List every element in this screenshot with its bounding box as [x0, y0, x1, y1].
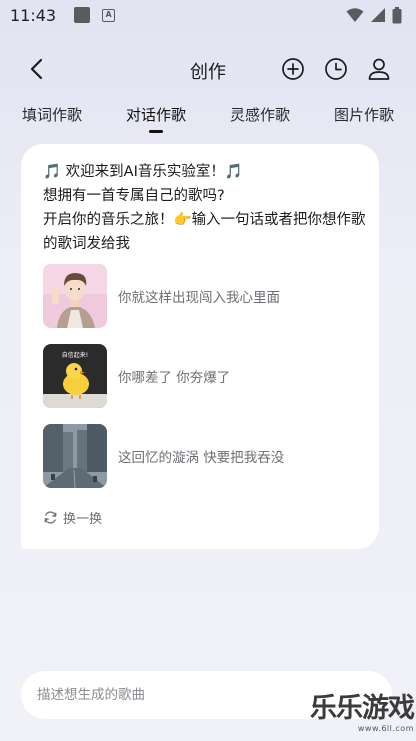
watermark-url: www.6ll.com: [357, 724, 414, 733]
chick-caption: 自信起来!: [62, 351, 88, 359]
tab-label: 图片作歌: [334, 106, 395, 124]
suggestion-text: 你哪差了 你夯爆了: [118, 370, 231, 386]
boy-portrait-thumbnail: [43, 264, 107, 328]
history-clock-icon[interactable]: [323, 56, 349, 82]
page-title: 创作: [190, 62, 226, 83]
wifi-icon: [346, 8, 364, 22]
refresh-suggestions-button[interactable]: 换一换: [43, 508, 102, 527]
pointing-hand-icon: 👉: [173, 212, 192, 228]
refresh-icon: [44, 511, 57, 524]
chick-thumbnail: 自信起来!: [43, 344, 107, 408]
tab-bar: 填词作歌 对话作歌 灵感作歌 图片作歌: [0, 100, 416, 136]
tab-label: 填词作歌: [22, 106, 83, 124]
status-bar: 11:43 A: [0, 0, 416, 30]
status-time: 11:43: [10, 5, 57, 25]
suggestion-item[interactable]: 这回忆的漩涡 快要把我吞没: [43, 424, 363, 488]
tab-inspiration-song[interactable]: 灵感作歌: [230, 104, 290, 125]
suggestion-item[interactable]: 你就这样出现闯入我心里面: [43, 264, 363, 328]
tab-lyrics-song[interactable]: 填词作歌: [22, 104, 82, 125]
watermark-logo: 乐乐游戏 www.6ll.com: [296, 693, 415, 738]
watermark-text: 乐乐游戏: [310, 693, 415, 724]
music-note-icon: 🎵: [43, 164, 62, 180]
a-notification-icon: A: [102, 8, 116, 22]
welcome-line-2: 想拥有一首专属自己的歌吗?: [43, 188, 225, 204]
signal-icon: [371, 8, 385, 22]
tab-image-song[interactable]: 图片作歌: [334, 104, 394, 125]
music-note-icon: 🎵: [224, 164, 243, 180]
active-tab-indicator: [149, 130, 163, 133]
tab-label: 灵感作歌: [230, 106, 291, 124]
tab-label: 对话作歌: [126, 106, 187, 124]
welcome-line-3-prefix: 开启你的音乐之旅！: [43, 212, 174, 228]
refresh-label: 换一换: [63, 512, 103, 527]
suggestion-item[interactable]: 自信起来! 你哪差了 你夯爆了: [43, 344, 363, 408]
assistant-message-card: 🎵 欢迎来到AI音乐实验室！🎵 想拥有一首专属自己的歌吗? 开启你的音乐之旅！👉…: [21, 144, 379, 549]
city-street-thumbnail: [43, 424, 107, 488]
square-notification-icon: [74, 7, 91, 23]
suggestion-text: 这回忆的漩涡 快要把我吞没: [118, 450, 285, 466]
tab-chat-song[interactable]: 对话作歌: [126, 104, 187, 133]
add-circle-icon[interactable]: [280, 56, 306, 82]
suggestion-text: 你就这样出现闯入我心里面: [118, 290, 280, 306]
user-icon[interactable]: [366, 56, 392, 82]
welcome-line-1: 欢迎来到AI音乐实验室！: [65, 164, 225, 180]
header-bar: 创作: [0, 48, 416, 90]
welcome-message: 🎵 欢迎来到AI音乐实验室！🎵 想拥有一首专属自己的歌吗? 开启你的音乐之旅！👉…: [43, 160, 368, 256]
battery-icon: [392, 6, 402, 23]
